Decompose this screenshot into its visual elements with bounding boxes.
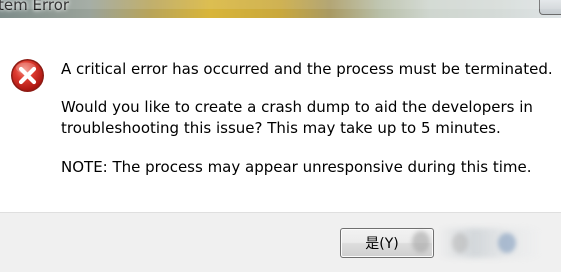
dialog-content: A critical error has occurred and the pr…: [0, 18, 561, 212]
blurred-watermark-mark: [452, 233, 468, 253]
crash-dump-question: Would you like to create a crash dump to…: [61, 97, 533, 139]
blurred-watermark-mark: [412, 231, 430, 253]
question-line-2: troubleshooting this issue? This may tak…: [61, 119, 501, 137]
error-icon: [10, 58, 45, 97]
blurred-watermark-mark: [498, 233, 516, 253]
window-title: tem Error: [0, 0, 70, 14]
title-bar[interactable]: tem Error: [0, 0, 561, 18]
close-button[interactable]: [539, 0, 561, 15]
question-line-1: Would you like to create a crash dump to…: [61, 98, 533, 116]
error-icon-graphic: [11, 59, 44, 92]
note-message: NOTE: The process may appear unresponsiv…: [61, 158, 532, 176]
error-message: A critical error has occurred and the pr…: [61, 60, 553, 78]
button-strip: 是(Y): [0, 212, 561, 272]
